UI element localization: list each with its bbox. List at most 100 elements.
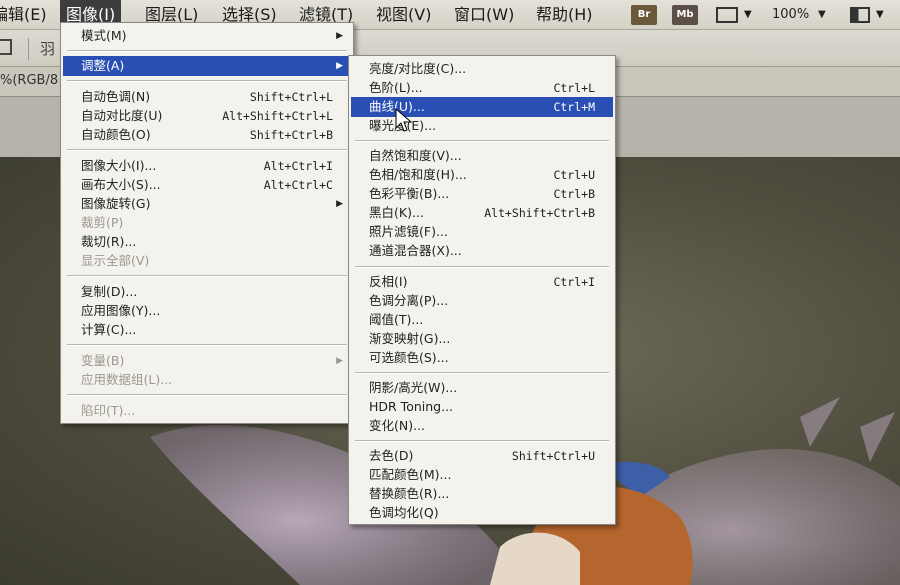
menu-item-auto-color[interactable]: 自动颜色(O) Shift+Ctrl+B [63, 125, 351, 145]
menu-item-shortcut: Alt+Shift+Ctrl+L [222, 109, 333, 123]
menu-item-threshold[interactable]: 阈值(T)... [351, 310, 613, 330]
menu-item-label: 自然饱和度(V)... [369, 148, 462, 163]
menu-item-label: 画布大小(S)... [81, 177, 161, 192]
menu-item-shortcut: Shift+Ctrl+L [249, 90, 333, 104]
menu-help[interactable]: 帮助(H) [530, 0, 599, 30]
menu-item-selective-color[interactable]: 可选颜色(S)... [351, 348, 613, 368]
menu-item-shortcut: Alt+Ctrl+C [263, 178, 333, 192]
menu-item-label: 变量(B) [81, 353, 125, 368]
menu-item-apply-data-set[interactable]: 应用数据组(L)... [63, 370, 351, 390]
menu-item-label: HDR Toning... [369, 399, 454, 414]
menu-separator [67, 344, 347, 346]
menu-item-invert[interactable]: 反相(I) Ctrl+I [351, 272, 613, 292]
menu-separator [355, 440, 609, 442]
feather-label: 羽 [40, 40, 56, 58]
menu-item-posterize[interactable]: 色调分离(P)... [351, 291, 613, 311]
menu-item-variations[interactable]: 变化(N)... [351, 416, 613, 436]
menu-item-duplicate[interactable]: 复制(D)... [63, 282, 351, 302]
menu-item-channel-mixer[interactable]: 通道混合器(X)... [351, 241, 613, 261]
menu-separator [67, 149, 347, 151]
menu-item-label: 渐变映射(G)... [369, 331, 451, 346]
menu-item-auto-contrast[interactable]: 自动对比度(U) Alt+Shift+Ctrl+L [63, 106, 351, 126]
menu-item-label: 色调分离(P)... [369, 293, 449, 308]
menu-item-color-balance[interactable]: 色彩平衡(B)... Ctrl+B [351, 184, 613, 204]
menu-item-label: 去色(D) [369, 448, 414, 463]
menu-item-shadows-highlights[interactable]: 阴影/高光(W)... [351, 378, 613, 398]
submenu-arrow-icon: ▶ [336, 356, 343, 366]
menu-item-label: 自动颜色(O) [81, 127, 151, 142]
menu-item-curves[interactable]: 曲线(U)... Ctrl+M [351, 97, 613, 117]
menu-item-label: 色阶(L)... [369, 80, 423, 95]
view-extras-icon[interactable] [716, 7, 738, 23]
menu-item-calculations[interactable]: 计算(C)... [63, 320, 351, 340]
menu-item-gradient-map[interactable]: 渐变映射(G)... [351, 329, 613, 349]
menu-item-canvas-size[interactable]: 画布大小(S)... Alt+Ctrl+C [63, 175, 351, 195]
menu-item-levels[interactable]: 色阶(L)... Ctrl+L [351, 78, 613, 98]
arrange-chevron-icon[interactable]: ▼ [876, 0, 884, 30]
menu-item-trim[interactable]: 裁切(R)... [63, 232, 351, 252]
menu-item-photo-filter[interactable]: 照片滤镜(F)... [351, 222, 613, 242]
menu-item-vibrance[interactable]: 自然饱和度(V)... [351, 146, 613, 166]
menu-item-apply-image[interactable]: 应用图像(Y)... [63, 301, 351, 321]
menu-item-auto-tone[interactable]: 自动色调(N) Shift+Ctrl+L [63, 87, 351, 107]
menu-item-label: 计算(C)... [81, 322, 137, 337]
menu-view[interactable]: 视图(V) [370, 0, 437, 30]
menu-item-black-white[interactable]: 黑白(K)... Alt+Shift+Ctrl+B [351, 203, 613, 223]
menu-edit[interactable]: 编辑(E) [0, 0, 53, 30]
submenu-arrow-icon: ▶ [336, 199, 343, 209]
menu-item-label: 图像大小(I)... [81, 158, 157, 173]
menu-item-label: 自动色调(N) [81, 89, 151, 104]
menu-item-desaturate[interactable]: 去色(D) Shift+Ctrl+U [351, 446, 613, 466]
menu-item-label: 反相(I) [369, 274, 408, 289]
menu-item-label: 可选颜色(S)... [369, 350, 449, 365]
menu-item-mode[interactable]: 模式(M) ▶ [63, 26, 351, 46]
menu-separator [355, 372, 609, 374]
menu-item-shortcut: Shift+Ctrl+U [511, 449, 595, 463]
document-tab-label: %(RGB/8 [0, 73, 59, 88]
menu-item-label: 色调均化(Q) [369, 505, 439, 520]
menu-item-label: 色彩平衡(B)... [369, 186, 450, 201]
menu-item-label: 图像旋转(G) [81, 196, 151, 211]
menu-item-shortcut: Ctrl+M [553, 100, 595, 114]
menu-item-adjust[interactable]: 调整(A) ▶ [63, 56, 351, 76]
menu-item-reveal-all[interactable]: 显示全部(V) [63, 251, 351, 271]
mini-bridge-button[interactable]: Mb [672, 5, 698, 25]
menu-item-label: 匹配颜色(M)... [369, 467, 452, 482]
menu-item-image-size[interactable]: 图像大小(I)... Alt+Ctrl+I [63, 156, 351, 176]
menu-item-trap[interactable]: 陷印(T)... [63, 401, 351, 421]
menu-item-label: 阴影/高光(W)... [369, 380, 458, 395]
menu-item-shortcut: Shift+Ctrl+B [249, 128, 333, 142]
zoom-chevron-icon[interactable]: ▼ [818, 0, 826, 30]
menu-item-label: 自动对比度(U) [81, 108, 163, 123]
menu-item-equalize[interactable]: 色调均化(Q) [351, 503, 613, 523]
tool-options-icon[interactable] [0, 39, 12, 55]
menu-item-hue-saturation[interactable]: 色相/饱和度(H)... Ctrl+U [351, 165, 613, 185]
menu-item-image-rotation[interactable]: 图像旋转(G) ▶ [63, 194, 351, 214]
menu-item-shortcut: Ctrl+L [553, 81, 595, 95]
view-extras-chevron-icon[interactable]: ▼ [744, 0, 752, 30]
menu-item-label: 裁切(R)... [81, 234, 137, 249]
arrange-documents-icon[interactable] [850, 7, 870, 23]
menu-item-label: 裁剪(P) [81, 215, 124, 230]
menu-item-replace-color[interactable]: 替换颜色(R)... [351, 484, 613, 504]
menu-item-label: 应用数据组(L)... [81, 372, 173, 387]
menu-window[interactable]: 窗口(W) [448, 0, 520, 30]
submenu-arrow-icon: ▶ [336, 61, 343, 71]
submenu-arrow-icon: ▶ [336, 31, 343, 41]
zoom-level[interactable]: 100% [772, 0, 809, 30]
menu-item-label: 复制(D)... [81, 284, 138, 299]
menu-item-variables[interactable]: 变量(B) ▶ [63, 351, 351, 371]
menu-item-label: 色相/饱和度(H)... [369, 167, 467, 182]
menu-item-exposure[interactable]: 曝光度(E)... [351, 116, 613, 136]
menu-item-match-color[interactable]: 匹配颜色(M)... [351, 465, 613, 485]
bridge-button[interactable]: Br [631, 5, 657, 25]
menu-item-shortcut: Alt+Shift+Ctrl+B [484, 206, 595, 220]
menu-separator [355, 266, 609, 268]
menu-item-crop[interactable]: 裁剪(P) [63, 213, 351, 233]
menu-item-brightness-contrast[interactable]: 亮度/对比度(C)... [351, 59, 613, 79]
menu-item-hdr-toning[interactable]: HDR Toning... [351, 397, 613, 417]
menu-item-label: 黑白(K)... [369, 205, 424, 220]
adjustments-submenu: 亮度/对比度(C)... 色阶(L)... Ctrl+L 曲线(U)... Ctrl… [348, 55, 616, 525]
menu-separator [355, 140, 609, 142]
menu-item-label: 阈值(T)... [369, 312, 424, 327]
